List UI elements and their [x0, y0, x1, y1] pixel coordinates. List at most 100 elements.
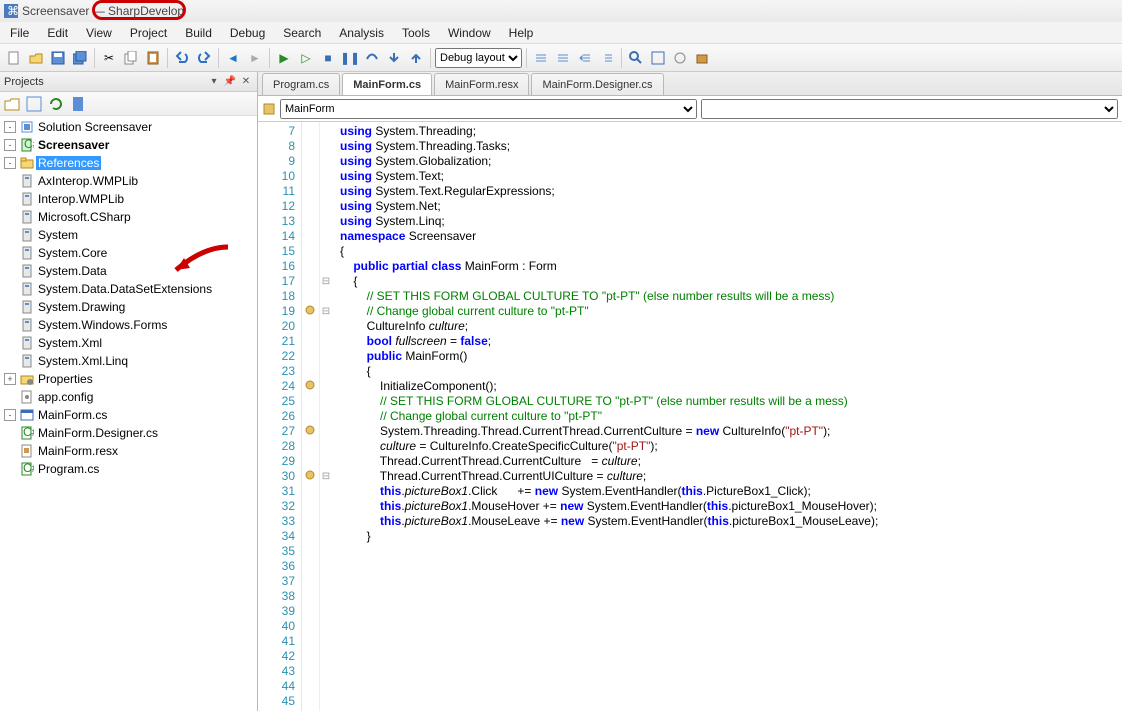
new-file-button[interactable] [4, 48, 24, 68]
collapse-icon[interactable]: - [4, 139, 16, 151]
tree-spacer [4, 391, 16, 403]
toolbox-button[interactable] [692, 48, 712, 68]
class-icon [262, 102, 276, 116]
code-content[interactable]: using System.Threading;using System.Thre… [332, 122, 1122, 711]
tree-node-properties[interactable]: +Properties [0, 370, 257, 388]
refresh-icon[interactable] [48, 96, 64, 112]
tree-node-system-xml[interactable]: System.Xml [0, 334, 257, 352]
expand-icon[interactable]: + [4, 373, 16, 385]
menu-project[interactable]: Project [122, 24, 175, 42]
collapse-icon[interactable]: - [4, 157, 16, 169]
step-into-button[interactable] [384, 48, 404, 68]
step-over-button[interactable] [362, 48, 382, 68]
redo-button[interactable] [194, 48, 214, 68]
tree-node-system-windows-forms[interactable]: System.Windows.Forms [0, 316, 257, 334]
nav-forward-button[interactable]: ► [245, 48, 265, 68]
tree-node-system[interactable]: System [0, 226, 257, 244]
step-out-button[interactable] [406, 48, 426, 68]
tree-node-app-config[interactable]: app.config [0, 388, 257, 406]
copy-button[interactable] [121, 48, 141, 68]
uncomment-button[interactable] [553, 48, 573, 68]
nav-back-button[interactable]: ◄ [223, 48, 243, 68]
show-all-icon[interactable] [26, 96, 42, 112]
menu-analysis[interactable]: Analysis [331, 24, 392, 42]
comment-button[interactable] [531, 48, 551, 68]
indent-button[interactable] [575, 48, 595, 68]
tree-node-mainform-cs[interactable]: -MainForm.cs [0, 406, 257, 424]
tree-label: app.config [36, 390, 95, 404]
panel-dropdown-icon[interactable]: ▾ [207, 75, 221, 89]
run-nodebug-button[interactable]: ▷ [296, 48, 316, 68]
outdent-button[interactable] [597, 48, 617, 68]
tree-label: Program.cs [36, 462, 101, 476]
tree-node-screensaver[interactable]: -C#Screensaver [0, 136, 257, 154]
tree-node-microsoft-csharp[interactable]: Microsoft.CSharp [0, 208, 257, 226]
reference-icon [20, 264, 34, 278]
tree-label: System.Drawing [36, 300, 127, 314]
class-browser-button[interactable] [648, 48, 668, 68]
config-icon [20, 390, 34, 404]
tree-node-system-data-datasetextensions[interactable]: System.Data.DataSetExtensions [0, 280, 257, 298]
save-all-button[interactable] [70, 48, 90, 68]
tree-node-program-cs[interactable]: C#Program.cs [0, 460, 257, 478]
tree-node-system-drawing[interactable]: System.Drawing [0, 298, 257, 316]
tree-label: System.Xml.Linq [36, 354, 130, 368]
tree-node-mainform-designer-cs[interactable]: C#MainForm.Designer.cs [0, 424, 257, 442]
new-folder-icon[interactable] [4, 96, 20, 112]
menu-window[interactable]: Window [440, 24, 499, 42]
menu-build[interactable]: Build [177, 24, 220, 42]
menu-search[interactable]: Search [275, 24, 329, 42]
menu-view[interactable]: View [78, 24, 120, 42]
layout-select[interactable]: Debug layout [435, 48, 522, 68]
properties-icon[interactable] [70, 96, 86, 112]
tree-node-system-core[interactable]: System.Core [0, 244, 257, 262]
class-combo[interactable]: MainForm [280, 99, 697, 119]
member-combo[interactable] [701, 99, 1118, 119]
tree-node-interop-wmplib[interactable]: Interop.WMPLib [0, 190, 257, 208]
open-button[interactable] [26, 48, 46, 68]
paste-button[interactable] [143, 48, 163, 68]
code-editor[interactable]: 7891011121314151617181920212223242526272… [258, 122, 1122, 711]
tab-mainform-resx[interactable]: MainForm.resx [434, 73, 529, 95]
reference-icon [20, 174, 34, 188]
tree-spacer [4, 427, 16, 439]
resx-icon [20, 444, 34, 458]
tree-node-system-data[interactable]: System.Data [0, 262, 257, 280]
tree-node-axinterop-wmplib[interactable]: AxInterop.WMPLib [0, 172, 257, 190]
tab-mainform-designer-cs[interactable]: MainForm.Designer.cs [531, 73, 663, 95]
menu-tools[interactable]: Tools [394, 24, 438, 42]
marker-margin [302, 122, 320, 711]
save-button[interactable] [48, 48, 68, 68]
tree-node-mainform-resx[interactable]: MainForm.resx [0, 442, 257, 460]
projects-panel-title: Projects [4, 76, 44, 88]
tree-node-system-xml-linq[interactable]: System.Xml.Linq [0, 352, 257, 370]
project-tree[interactable]: -Solution Screensaver-C#Screensaver-Refe… [0, 116, 257, 711]
run-button[interactable]: ▶ [274, 48, 294, 68]
menu-file[interactable]: File [2, 24, 37, 42]
tree-spacer [4, 247, 16, 259]
cut-button[interactable]: ✂ [99, 48, 119, 68]
menu-debug[interactable]: Debug [222, 24, 273, 42]
fold-margin[interactable]: ⊟⊟⊟ [320, 122, 332, 711]
undo-button[interactable] [172, 48, 192, 68]
tree-node-solution-screensaver[interactable]: -Solution Screensaver [0, 118, 257, 136]
stop-button[interactable]: ■ [318, 48, 338, 68]
tab-program-cs[interactable]: Program.cs [262, 73, 340, 95]
csharp-icon: C# [20, 426, 34, 440]
title-bar: ⌘ Screensaver — SharpDevelop [0, 0, 1122, 22]
menu-help[interactable]: Help [501, 24, 542, 42]
collapse-icon[interactable]: - [4, 121, 16, 133]
find-button[interactable] [626, 48, 646, 68]
panel-close-icon[interactable]: ✕ [239, 75, 253, 89]
tree-node-references[interactable]: -References [0, 154, 257, 172]
menu-edit[interactable]: Edit [39, 24, 76, 42]
tree-spacer [4, 319, 16, 331]
svg-text:C#: C# [23, 426, 34, 439]
tree-spacer [4, 463, 16, 475]
project-icon: C# [20, 138, 34, 152]
tab-mainform-cs[interactable]: MainForm.cs [342, 73, 432, 95]
collapse-icon[interactable]: - [4, 409, 16, 421]
panel-pin-icon[interactable]: 📌 [223, 75, 237, 89]
properties-button[interactable] [670, 48, 690, 68]
pause-button[interactable]: ❚❚ [340, 48, 360, 68]
